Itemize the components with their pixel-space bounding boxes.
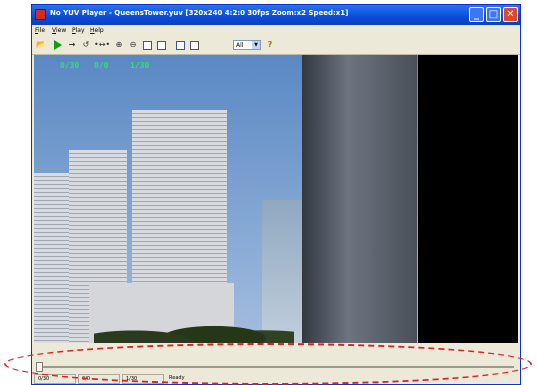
zoom-out-icon[interactable]: ⊖ — [128, 40, 138, 50]
open-icon[interactable]: 📂 — [36, 40, 46, 50]
menu-play[interactable]: Play — [72, 27, 85, 34]
seek-bar[interactable] — [34, 362, 518, 372]
zoom-in-icon[interactable]: ⊕ — [114, 40, 124, 50]
status-message: Ready — [169, 375, 185, 381]
loop-icon[interactable]: ↺ — [81, 40, 91, 50]
status-position: 1/30 — [122, 374, 164, 384]
step-forward-icon[interactable]: → — [67, 40, 77, 50]
menu-view[interactable]: View — [52, 27, 66, 34]
seek-thumb[interactable] — [36, 362, 43, 372]
close-button[interactable]: ✕ — [503, 7, 518, 22]
blank-icon[interactable] — [190, 41, 199, 50]
fit-icon[interactable] — [143, 41, 152, 50]
status-frame: 0/30 — [34, 374, 76, 384]
app-window: No YUV Player - QueensTower.yuv [320x240… — [31, 4, 521, 385]
step-range-icon[interactable]: •↔• — [94, 40, 110, 50]
title-bar[interactable]: No YUV Player - QueensTower.yuv [320x240… — [32, 5, 520, 25]
chevron-down-icon: ▼ — [252, 41, 260, 49]
menu-bar: File View Play Help — [32, 26, 520, 37]
building-foreground — [302, 55, 417, 343]
window-title: No YUV Player - QueensTower.yuv [320x240… — [50, 9, 349, 17]
fullscreen-icon[interactable] — [157, 41, 166, 50]
menu-file[interactable]: File — [35, 27, 45, 34]
frame-select-value: All — [236, 42, 244, 49]
menu-help[interactable]: Help — [90, 27, 104, 34]
status-marked: 0/0 — [78, 374, 120, 384]
grid-icon[interactable] — [176, 41, 185, 50]
maximize-button[interactable]: □ — [486, 7, 501, 22]
seek-track[interactable] — [38, 366, 514, 368]
overlay-marked: 0/0 — [94, 61, 109, 70]
trees — [94, 310, 294, 343]
frame-select[interactable]: All ▼ — [233, 40, 261, 50]
toolbar: 📂 → ↺ •↔• ⊕ ⊖ All ▼ ? — [32, 38, 520, 55]
status-bar: 0/30 0/0 1/30 Ready — [32, 374, 520, 384]
app-icon — [35, 9, 46, 20]
minimize-button[interactable]: _ — [469, 7, 484, 22]
video-frame: 0/30 0/0 1/30 — [34, 55, 518, 343]
overlay-position: 1/30 — [130, 61, 150, 70]
help-icon[interactable]: ? — [265, 40, 275, 50]
overlay-frame: 0/30 — [60, 61, 80, 70]
play-icon[interactable] — [54, 40, 62, 50]
